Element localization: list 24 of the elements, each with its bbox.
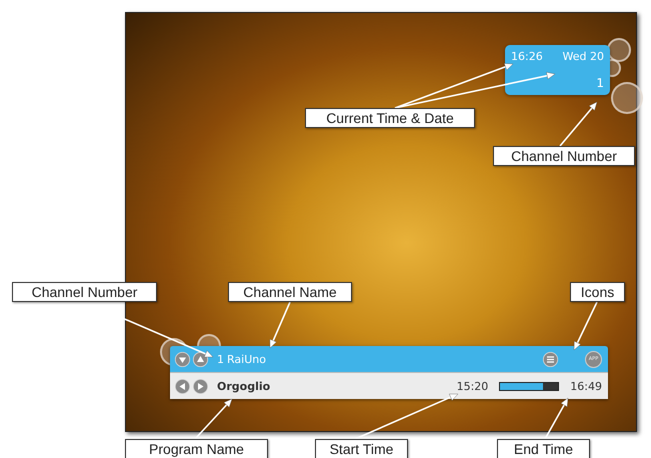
ring-decoration (611, 82, 643, 114)
leader-line (270, 302, 291, 348)
callout-label: Channel Name (228, 282, 352, 302)
callout-label: Channel Number (493, 146, 635, 166)
right-arrow-button[interactable] (193, 378, 208, 394)
leader-line (559, 102, 598, 147)
program-name: Orgoglio (217, 380, 270, 392)
left-arrow-button[interactable] (175, 378, 190, 394)
callout-label: Program Name (125, 439, 268, 458)
callout-label: End Time (497, 439, 590, 458)
current-time: 16:26 (511, 50, 543, 63)
callout-label: Icons (570, 282, 625, 302)
callout-label: Channel Number (12, 282, 157, 302)
channel-name: RaiUno (227, 352, 266, 366)
channel-number: 1 (596, 76, 604, 90)
leader-line (574, 302, 598, 350)
callout-label: Current Time & Date (305, 108, 475, 128)
start-time: 15:20 (456, 380, 488, 392)
menu-icon[interactable] (543, 352, 558, 366)
current-date: Wed 20 (562, 50, 604, 63)
end-time: 16:49 (570, 380, 602, 392)
down-arrow-button[interactable] (175, 352, 190, 366)
callout-label: Start Time (315, 439, 408, 458)
channel-number: 1 (217, 352, 224, 366)
